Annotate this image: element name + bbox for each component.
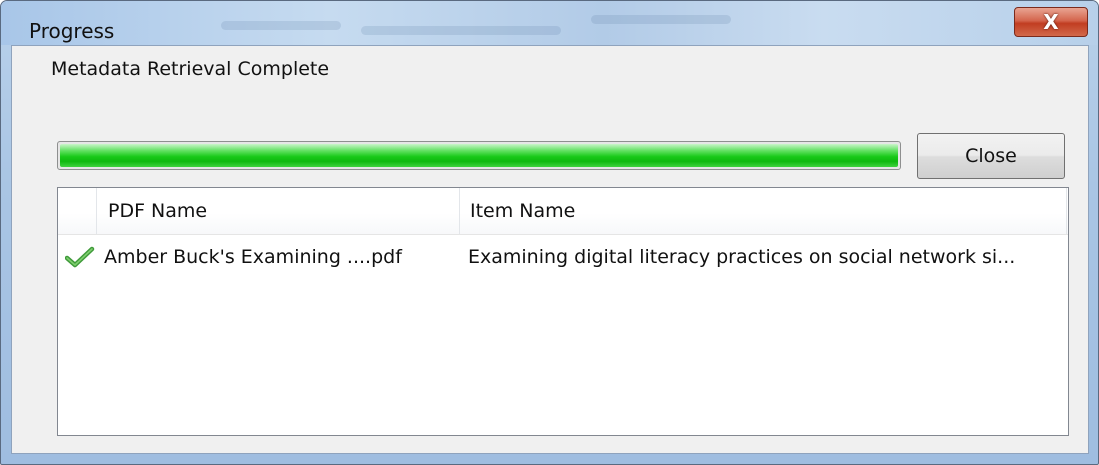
progress-fill	[60, 144, 898, 167]
list-item[interactable]: Amber Buck's Examining ....pdf Examining…	[58, 242, 1068, 272]
column-header-item-name[interactable]: Item Name	[470, 188, 575, 234]
blurred-background-text	[591, 15, 731, 24]
progress-dialog: Progress X Metadata Retrieval Complete C…	[0, 0, 1099, 465]
item-name-cell: Examining digital literacy practices on …	[468, 246, 1016, 268]
close-button[interactable]: Close	[917, 133, 1065, 179]
column-divider[interactable]	[459, 188, 460, 234]
close-icon: X	[1043, 10, 1059, 34]
pdf-name-cell: Amber Buck's Examining ....pdf	[104, 246, 402, 268]
window-close-button[interactable]: X	[1014, 7, 1088, 37]
column-divider[interactable]	[96, 188, 97, 234]
blurred-background-text	[221, 21, 341, 30]
blurred-background-text	[361, 26, 561, 35]
progress-bar	[57, 141, 901, 170]
checkmark-icon	[65, 246, 95, 268]
window-title: Progress	[29, 19, 115, 43]
column-header-pdf-name[interactable]: PDF Name	[108, 188, 207, 234]
status-label: Metadata Retrieval Complete	[51, 58, 330, 80]
results-list[interactable]: PDF Name Item Name Amber Buck's Examinin…	[57, 187, 1069, 436]
column-divider[interactable]	[1066, 188, 1067, 234]
title-bar[interactable]: Progress X	[1, 1, 1098, 45]
list-header: PDF Name Item Name	[58, 188, 1068, 235]
